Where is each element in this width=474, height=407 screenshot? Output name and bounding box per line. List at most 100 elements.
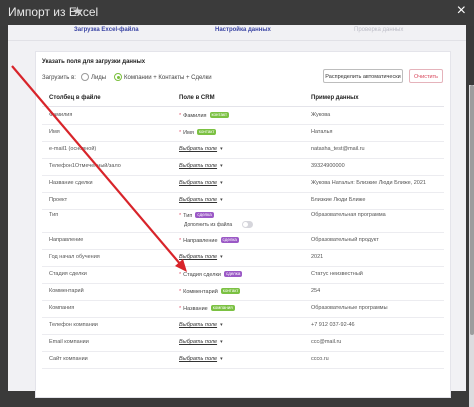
required-marker: * [179, 272, 182, 278]
source-column-cell: e-mail1 (основной) [49, 146, 97, 152]
table-row: Компания * Название компания Образовательные… [42, 300, 444, 318]
crm-field-select[interactable]: * Имя контакт [179, 129, 217, 136]
column-header-example: Пример данных [311, 95, 359, 101]
chevron-down-icon[interactable]: ▾ [220, 339, 223, 345]
entity-tag: сделка [195, 212, 214, 218]
clear-button[interactable]: Очистить [409, 69, 443, 83]
entity-tag: контакт [209, 112, 230, 118]
example-data-cell: Образовательная программа [311, 212, 386, 218]
example-data-cell: natasha_test@mail.ru [311, 146, 365, 152]
crm-field-name[interactable]: Название [183, 306, 208, 312]
title-bar: Импорт из Excel ★ × [0, 0, 474, 26]
source-column-cell: Email компании [49, 339, 89, 345]
source-column-cell: Проект [49, 197, 68, 203]
crm-field-select[interactable]: Выбрать поле ▾ [179, 254, 223, 260]
column-header-source: Столбец в файле [49, 95, 101, 101]
scrollbar-thumb[interactable] [470, 85, 474, 335]
required-marker: * [179, 289, 182, 295]
chevron-down-icon[interactable]: ▾ [220, 163, 223, 169]
crm-field-name[interactable]: Стадия сделки [183, 272, 221, 278]
auto-distribute-button[interactable]: Распределить автоматически [323, 69, 403, 83]
entity-tag: компания [210, 305, 235, 311]
example-data-cell: +7 912 037-92-46 [311, 322, 355, 328]
example-data-cell: Образовательные программы [311, 305, 388, 311]
crm-field-name[interactable]: Выбрать поле [179, 163, 217, 169]
star-icon[interactable]: ★ [72, 4, 83, 18]
step-settings[interactable]: Настройка данных [215, 27, 271, 33]
crm-field-select[interactable]: Выбрать поле ▾ [179, 146, 223, 152]
entity-tag: контакт [220, 288, 241, 294]
crm-field-name[interactable]: Выбрать поле [179, 322, 217, 328]
source-column-cell: Комментарий [49, 288, 84, 294]
crm-field-name[interactable]: Выбрать поле [179, 180, 217, 186]
crm-field-select[interactable]: * Направление сделка [179, 237, 239, 244]
fill-from-file-label: Дополнить из файла [184, 222, 233, 228]
chevron-down-icon[interactable]: ▾ [220, 356, 223, 362]
window-title: Импорт из Excel [8, 5, 99, 19]
radio-leads[interactable] [81, 73, 89, 81]
crm-field-select[interactable]: * Стадия сделки сделка [179, 271, 243, 278]
table-row: e-mail1 (основной) Выбрать поле ▾ natasha_t… [42, 141, 444, 159]
required-marker: * [179, 130, 182, 136]
radio-companies-label[interactable]: Компании + Контакты + Сделки [124, 75, 212, 81]
crm-field-select[interactable]: * Тип сделка [179, 212, 214, 219]
example-data-cell: Наталья [311, 129, 333, 135]
example-data-cell: Образовательный продукт [311, 237, 379, 243]
crm-field-name[interactable]: Выбрать поле [179, 356, 217, 362]
step-upload[interactable]: Загрузка Excel-файла [74, 27, 139, 33]
table-row: Имя * Имя контакт Наталья [42, 124, 444, 142]
entity-tag: сделка [220, 237, 239, 243]
table-row: Год начал обучения Выбрать поле ▾ 2021 [42, 249, 444, 267]
table-row: Email компании Выбрать поле ▾ ccc@mail.ru [42, 334, 444, 352]
crm-field-select[interactable]: Выбрать поле ▾ [179, 322, 223, 328]
source-column-cell: Год начал обучения [49, 254, 100, 260]
required-marker: * [179, 113, 182, 119]
radio-leads-label[interactable]: Лиды [91, 75, 106, 81]
example-data-cell: Статус неизвестный [311, 271, 363, 277]
table-row: Проект Выбрать поле ▾ Близкие Люди Ближе [42, 192, 444, 210]
chevron-down-icon[interactable]: ▾ [220, 322, 223, 328]
crm-field-select[interactable]: Выбрать поле ▾ [179, 339, 223, 345]
crm-field-select[interactable]: Выбрать поле ▾ [179, 197, 223, 203]
chevron-down-icon[interactable]: ▾ [220, 180, 223, 186]
crm-field-name[interactable]: Имя [183, 130, 194, 136]
source-column-cell: Компания [49, 305, 75, 311]
chevron-down-icon[interactable]: ▾ [220, 254, 223, 260]
fill-from-file-toggle[interactable] [242, 221, 253, 228]
example-data-cell: 39324900000 [311, 163, 345, 169]
crm-field-select[interactable]: Выбрать поле ▾ [179, 356, 223, 362]
entity-tag: контакт [196, 129, 217, 135]
crm-field-select[interactable]: * Комментарий контакт [179, 288, 241, 295]
crm-field-name[interactable]: Фамилия [183, 113, 206, 119]
crm-field-name[interactable]: Направление [183, 238, 217, 244]
crm-field-name[interactable]: Выбрать поле [179, 254, 217, 260]
crm-field-name[interactable]: Выбрать поле [179, 339, 217, 345]
crm-field-select[interactable]: * Фамилия контакт [179, 112, 230, 119]
source-column-cell: Название сделки [49, 180, 93, 186]
entity-tag: сделка [223, 271, 243, 277]
step-check[interactable]: Проверка данных [354, 27, 403, 33]
crm-field-name[interactable]: Выбрать поле [179, 197, 217, 203]
table-row: Название сделки Выбрать поле ▾ Жукова Натал… [42, 175, 444, 193]
required-marker: * [179, 213, 182, 219]
example-data-cell: ccco.ru [311, 356, 329, 362]
crm-field-name[interactable]: Выбрать поле [179, 146, 217, 152]
crm-field-select[interactable]: * Название компания [179, 305, 235, 312]
chevron-down-icon[interactable]: ▾ [220, 197, 223, 203]
close-icon[interactable]: × [457, 3, 466, 19]
example-data-cell: Близкие Люди Ближе [311, 197, 366, 203]
source-column-cell: Направление [49, 237, 84, 243]
import-sheet: Загрузка Excel-файла Настройка данных Пр… [8, 25, 474, 407]
crm-field-select[interactable]: Выбрать поле ▾ [179, 180, 223, 186]
crm-field-name[interactable]: Комментарий [183, 289, 218, 295]
crm-field-name[interactable]: Тип [183, 213, 192, 219]
table-row: Телефон1Отмеченный/зало Выбрать поле ▾ 3932… [42, 158, 444, 176]
radio-companies[interactable] [114, 73, 122, 81]
source-column-cell: Стадия сделки [49, 271, 87, 277]
column-header-field: Поле в CRM [179, 95, 215, 101]
chevron-down-icon[interactable]: ▾ [220, 146, 223, 152]
source-column-cell: Тип [49, 212, 59, 218]
table-row: Стадия сделки * Стадия сделки сделка Статус … [42, 266, 444, 284]
crm-field-select[interactable]: Выбрать поле ▾ [179, 163, 223, 169]
example-data-cell: Жукова Наталья: Близкие Люди Ближе, 2021 [311, 180, 426, 186]
